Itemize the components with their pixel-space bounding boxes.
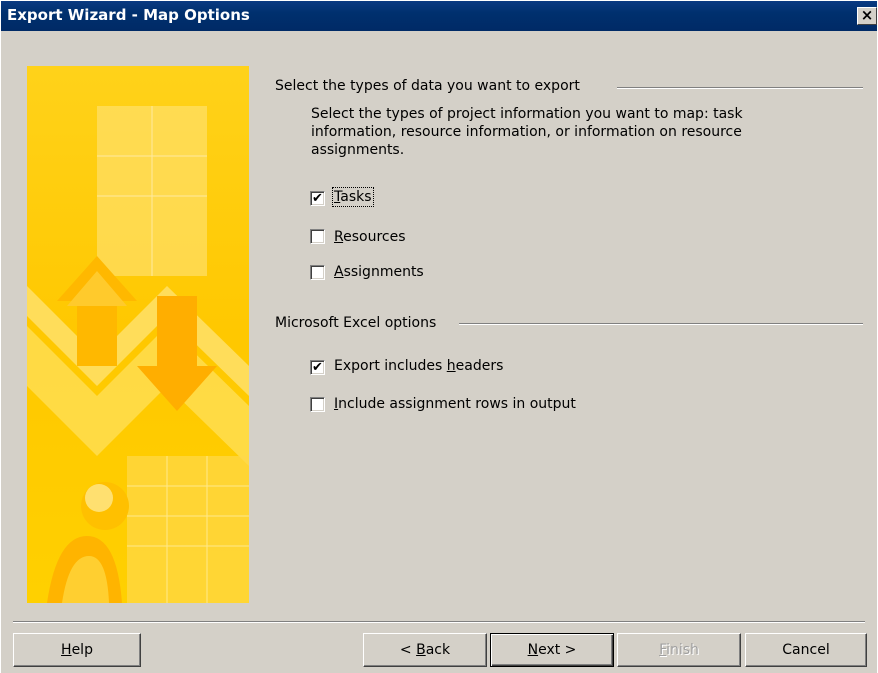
tasks-checkbox[interactable]: ✔ <box>310 191 325 206</box>
resources-checkbox[interactable] <box>310 229 325 244</box>
footer-divider <box>13 621 865 623</box>
export-headers-label[interactable]: Export includes headers <box>334 358 503 374</box>
data-types-description: Select the types of project information … <box>311 106 743 158</box>
excel-options-group-title: Microsoft Excel options <box>275 315 437 331</box>
back-button[interactable]: < Back <box>363 633 487 667</box>
help-button[interactable]: Help <box>13 633 141 667</box>
data-types-group-title: Select the types of data you want to exp… <box>275 78 580 94</box>
assignments-checkbox[interactable] <box>310 265 325 280</box>
close-icon: × <box>860 6 874 24</box>
group-divider <box>617 87 863 89</box>
close-button[interactable]: × <box>857 7 877 25</box>
wizard-side-image <box>27 66 249 603</box>
export-headers-checkbox[interactable]: ✔ <box>310 360 325 375</box>
finish-button[interactable]: Finish <box>617 633 741 667</box>
check-icon: ✔ <box>312 191 323 206</box>
resources-label[interactable]: Resources <box>334 229 406 245</box>
tasks-label[interactable]: Tasks <box>332 187 374 207</box>
next-button[interactable]: Next > <box>490 633 614 667</box>
assignments-label[interactable]: Assignments <box>334 264 424 280</box>
export-wizard-window: Export Wizard - Map Options × Select the… <box>0 0 877 673</box>
window-title: Export Wizard - Map Options <box>7 6 250 24</box>
cancel-button[interactable]: Cancel <box>745 633 867 667</box>
include-assignment-rows-label[interactable]: Include assignment rows in output <box>334 396 576 412</box>
check-icon: ✔ <box>312 360 323 375</box>
group-divider <box>459 323 863 325</box>
include-assignment-rows-checkbox[interactable] <box>310 397 325 412</box>
title-bar[interactable]: Export Wizard - Map Options × <box>1 1 877 31</box>
